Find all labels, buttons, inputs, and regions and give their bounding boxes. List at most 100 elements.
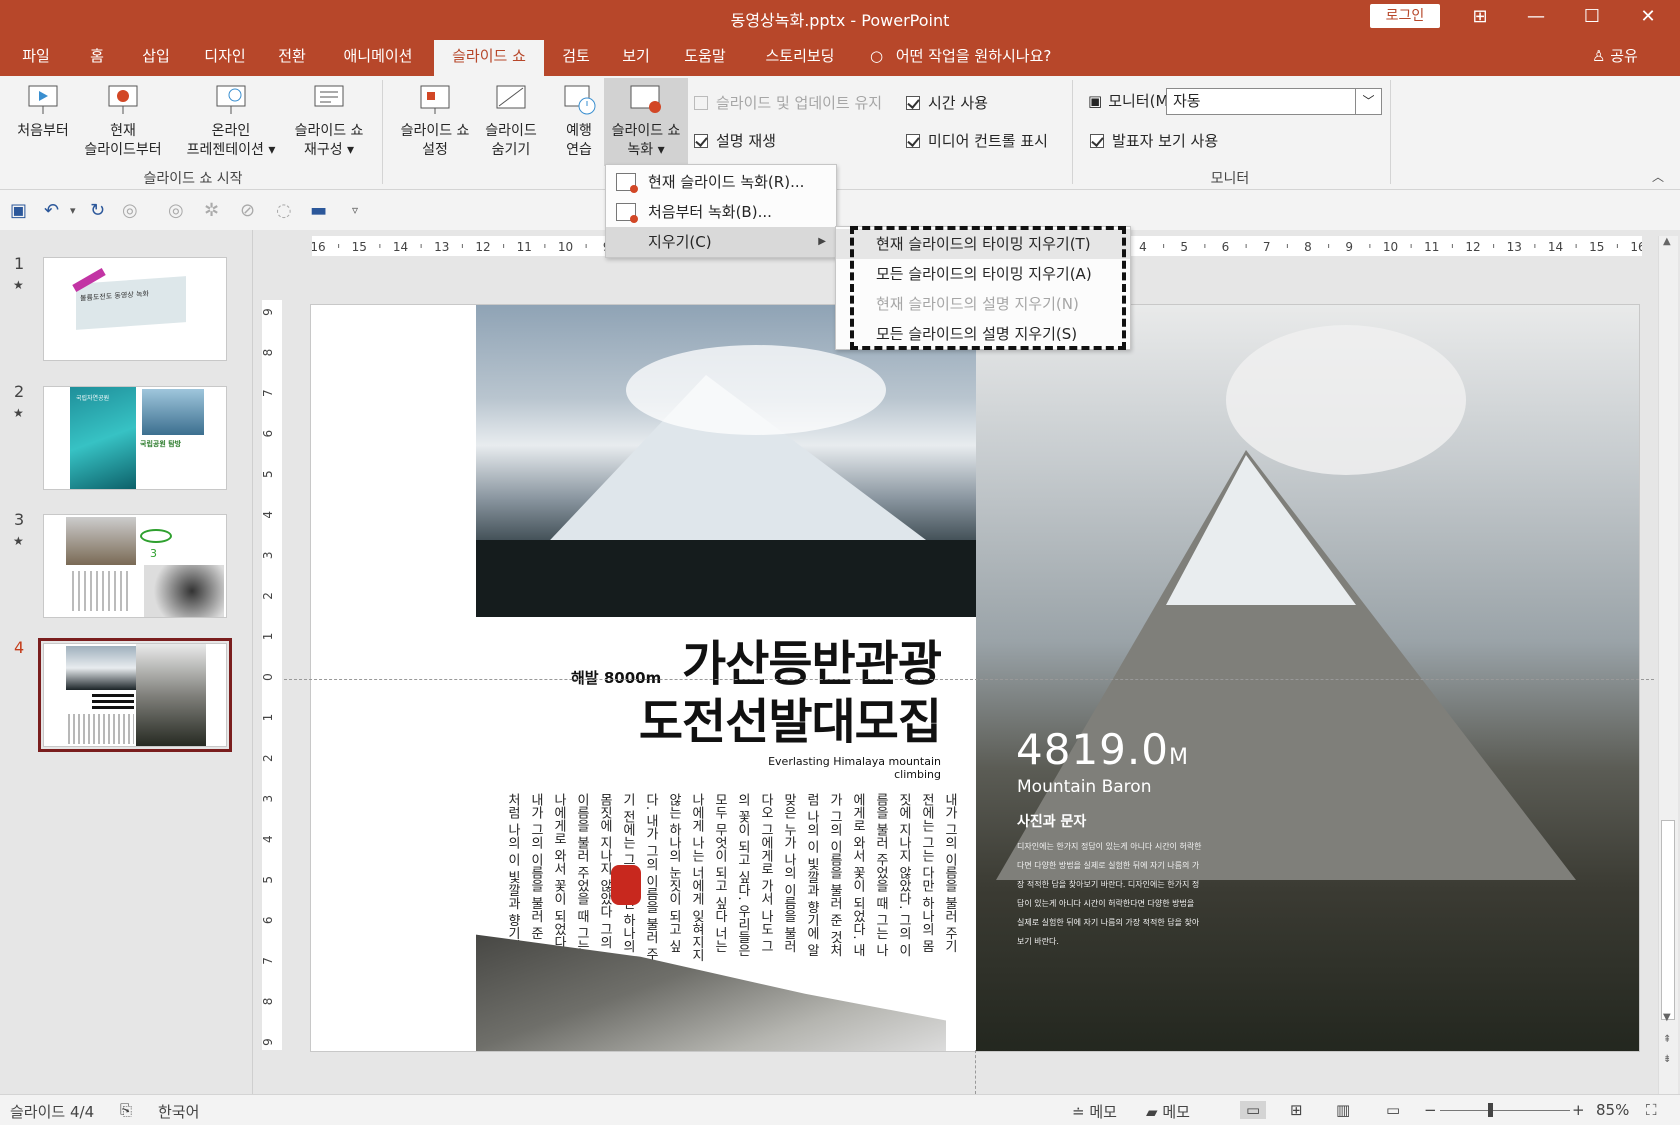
zoom-in-button[interactable]: + <box>1572 1101 1585 1119</box>
photo-text-title[interactable]: 사진과 문자 <box>1017 811 1086 831</box>
keep-updated-checkbox[interactable]: 슬라이드 및 업데이트 유지 <box>694 92 882 113</box>
slide-subline[interactable]: Everlasting Himalaya mountain climbing <box>721 755 941 781</box>
record-current-slide-item[interactable]: 현재 슬라이드 녹화(R)... <box>606 167 836 197</box>
record-slideshow-button[interactable]: 슬라이드 쇼 녹화 ▾ <box>604 78 688 166</box>
collapse-ribbon-icon[interactable]: ︿ <box>1652 168 1664 185</box>
vertical-scrollbar[interactable]: ▲ ▼ ⇞ ⇟ <box>1658 236 1678 1094</box>
setup-slideshow-button[interactable]: 슬라이드 쇼 설정 <box>390 82 480 160</box>
slide-canvas[interactable]: 해발 8000m 가산등반관광 도전선발대모집 Everlasting Hima… <box>310 304 1640 1052</box>
tab-view[interactable]: 보기 <box>610 40 662 76</box>
slide-thumbnail-1[interactable]: 볼륨도전도 동영상 녹화 <box>43 257 227 361</box>
slideshow-view-icon[interactable]: ▭ <box>1386 1101 1400 1119</box>
redo-icon[interactable]: ↻ <box>90 200 105 221</box>
height-value[interactable]: 4819.0M <box>1016 725 1189 774</box>
horizontal-guide[interactable] <box>284 679 1654 680</box>
tab-insert[interactable]: 삽입 <box>128 40 184 76</box>
vertical-ruler: 9 8 7 6 5 4 3 2 1 0 1 2 3 4 5 6 7 8 9 <box>261 300 282 1050</box>
tab-storyboarding[interactable]: 스토리보딩 <box>750 40 850 76</box>
comments-button[interactable]: ▰ 메모 <box>1146 1101 1190 1122</box>
clear-all-timings-item[interactable]: 모든 슬라이드의 타이밍 지우기(A) <box>836 259 1130 289</box>
slide-thumbnail-3[interactable]: 3 <box>43 514 227 618</box>
play-narration-checkbox[interactable]: 설명 재생 <box>694 130 776 151</box>
rehearse-timings-button[interactable]: 예행 연습 <box>556 82 602 160</box>
hide-slide-button[interactable]: 슬라이드 숨기기 <box>478 82 544 160</box>
slide-thumbnail-2[interactable]: 국립공원 탐방 국립자연공원 <box>43 386 227 490</box>
record-screen-icon <box>628 82 664 118</box>
vertical-poem-text[interactable]: 내가 그의 이름을 불러 주기 전에는 그는 다만 하나의 몸짓에 지나지 않았… <box>501 793 961 963</box>
presenter-view-checkbox[interactable]: 발표자 보기 사용 <box>1090 130 1218 151</box>
normal-view-icon[interactable]: ▭ <box>1240 1101 1267 1119</box>
record-from-beginning-item[interactable]: 처음부터 녹화(B)... <box>606 197 836 227</box>
slide-sorter-icon[interactable]: ⊞ <box>1290 1101 1303 1119</box>
subtract-icon[interactable]: ◌ <box>276 200 292 221</box>
ruler-tick-label: 6 <box>262 430 275 438</box>
clear-current-timings-item[interactable]: 현재 슬라이드의 타이밍 지우기(T) <box>836 229 1130 259</box>
slide-headline[interactable]: 가산등반관광 도전선발대모집 <box>611 635 942 751</box>
fragment-icon[interactable]: ✲ <box>204 200 219 221</box>
slideshow-current-icon <box>105 82 141 118</box>
tab-home[interactable]: 홈 <box>72 40 122 76</box>
mountain-baron-label[interactable]: Mountain Baron <box>1017 777 1151 797</box>
use-timings-checkbox[interactable]: 시간 사용 <box>906 92 988 113</box>
tab-help[interactable]: 도움말 <box>670 40 740 76</box>
tab-slideshow[interactable]: 슬라이드 쇼 <box>434 40 544 76</box>
thumb-sea-image <box>70 387 136 489</box>
close-button[interactable]: ✕ <box>1620 0 1676 36</box>
merge-shapes-icon[interactable]: ◎ <box>168 200 184 221</box>
scroll-down-icon[interactable]: ▼ <box>1663 1012 1671 1023</box>
ribbon-display-options-icon[interactable]: ⊞ <box>1452 0 1508 36</box>
undo-dropdown-icon[interactable]: ▾ <box>70 204 76 217</box>
tab-review[interactable]: 검토 <box>550 40 602 76</box>
checkbox-box <box>694 96 708 110</box>
thumb-card: 볼륨도전도 동영상 녹화 <box>76 276 186 330</box>
picture-icon[interactable]: ▬ <box>310 200 327 221</box>
show-media-controls-checkbox[interactable]: 미디어 컨트롤 표시 <box>906 130 1048 151</box>
online-presentation-button[interactable]: 온라인 프레젠테이션 ▾ <box>176 82 286 160</box>
language-indicator[interactable]: 한국어 <box>158 1101 199 1122</box>
shape-icon[interactable]: ◎ <box>122 200 138 221</box>
link-icon[interactable]: ⊘ <box>240 200 255 221</box>
save-icon[interactable]: ▣ <box>10 200 27 221</box>
tab-animations[interactable]: 애니메이션 <box>328 40 428 76</box>
previous-slide-icon[interactable]: ⇞ <box>1663 1034 1671 1045</box>
quick-access-toolbar: ▣ ↶ ▾ ↻ ◎ ◎ ✲ ⊘ ◌ ▬ ▿ <box>0 190 1680 230</box>
maximize-button[interactable]: ☐ <box>1564 0 1620 36</box>
hide-label-1: 슬라이드 <box>485 123 537 139</box>
next-slide-icon[interactable]: ⇟ <box>1663 1054 1671 1065</box>
scroll-up-icon[interactable]: ▲ <box>1663 236 1671 247</box>
ruler-tick-label: 4 <box>262 511 275 519</box>
from-beginning-button[interactable]: 처음부터 <box>8 82 78 141</box>
zoom-slider-track[interactable] <box>1440 1110 1570 1111</box>
tab-design[interactable]: 디자인 <box>192 40 258 76</box>
zoom-out-button[interactable]: − <box>1424 1101 1437 1119</box>
login-button[interactable]: 로그인 <box>1370 4 1440 28</box>
setup-slideshow-icon <box>417 82 453 118</box>
tab-transitions[interactable]: 전환 <box>264 40 320 76</box>
clear-all-narrations-item[interactable]: 모든 슬라이드의 설명 지우기(S) <box>836 319 1130 349</box>
checkbox-box <box>694 134 708 148</box>
from-current-button[interactable]: 현재 슬라이드부터 <box>78 82 168 160</box>
vertical-guide[interactable] <box>975 1050 976 1094</box>
zoom-level[interactable]: 85% <box>1596 1101 1629 1119</box>
share-button[interactable]: ♙ 공유 <box>1592 40 1638 76</box>
ruler-tick-label: 11 <box>1424 240 1439 254</box>
tell-me-search[interactable]: ○ 어떤 작업을 원하시나요? <box>870 40 1051 76</box>
photo-text-body[interactable]: 디자인에는 한가지 정답이 있는게 아니다 시간이 허락한다면 다양한 방법을 … <box>1017 837 1202 951</box>
chevron-down-icon[interactable]: ﹀ <box>1355 89 1381 114</box>
spellcheck-icon[interactable]: ⎘ <box>120 1101 132 1119</box>
menu-item-label: 처음부터 녹화(B)... <box>648 203 772 221</box>
fit-to-window-icon[interactable]: ⛶ <box>1646 1101 1657 1119</box>
scroll-thumb[interactable] <box>1661 820 1675 1020</box>
height-unit: M <box>1168 745 1189 770</box>
customize-qat-icon[interactable]: ▿ <box>352 203 358 217</box>
undo-icon[interactable]: ↶ <box>44 200 59 221</box>
custom-slideshow-button[interactable]: 슬라이드 쇼 재구성 ▾ <box>286 82 372 160</box>
slide-thumbnail-4[interactable] <box>38 638 232 752</box>
notes-button[interactable]: ≐ 메모 <box>1072 1101 1117 1122</box>
zoom-slider-thumb[interactable] <box>1488 1103 1493 1117</box>
monitor-select[interactable]: 자동 ﹀ <box>1166 88 1382 115</box>
tab-file[interactable]: 파일 <box>8 40 64 76</box>
clear-submenu-item[interactable]: 지우기(C) ▶ <box>606 227 836 257</box>
reading-view-icon[interactable]: ▥ <box>1336 1101 1350 1119</box>
minimize-button[interactable]: — <box>1508 0 1564 36</box>
